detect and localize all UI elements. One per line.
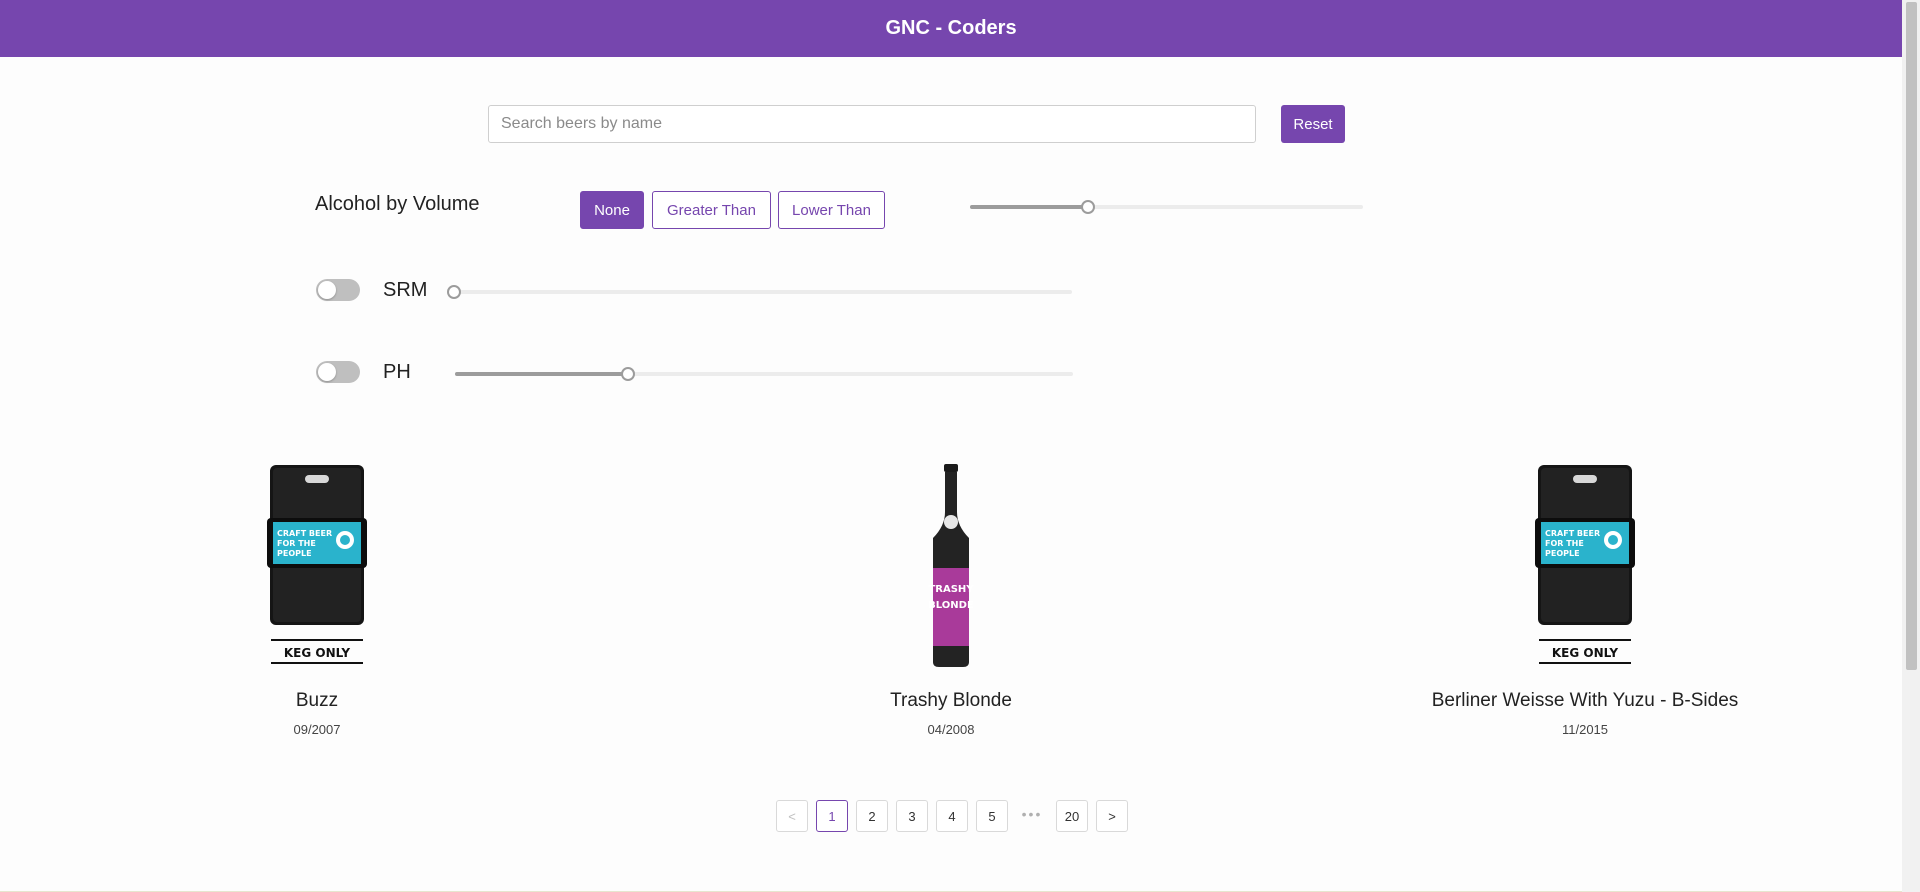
page-20-button[interactable]: 20	[1056, 800, 1088, 832]
abv-slider-track	[970, 205, 1088, 209]
keg-only-label: KEG ONLY	[284, 646, 351, 660]
ph-slider-track	[455, 372, 629, 376]
svg-text:CRAFT BEER: CRAFT BEER	[277, 529, 332, 538]
srm-toggle-knob	[318, 281, 336, 299]
svg-text:PEOPLE: PEOPLE	[277, 549, 312, 558]
srm-toggle[interactable]	[316, 279, 360, 301]
srm-slider-handle[interactable]	[447, 285, 461, 299]
abv-slider-handle[interactable]	[1080, 200, 1095, 214]
svg-text:PEOPLE: PEOPLE	[1545, 549, 1580, 558]
svg-text:FOR THE: FOR THE	[277, 539, 316, 548]
page-2-button[interactable]: 2	[856, 800, 888, 832]
keg-icon: CRAFT BEER FOR THE PEOPLE KEG ONLY	[87, 462, 547, 668]
abv-mode-lower-than-button[interactable]: Lower Than	[778, 191, 885, 229]
pagination-ellipsis[interactable]: •••	[1016, 806, 1048, 822]
ph-slider[interactable]	[455, 365, 1073, 383]
beer-card[interactable]: CRAFT BEER FOR THE PEOPLE KEG ONLY Berli…	[1355, 462, 1815, 737]
app-title: GNC - Coders	[885, 17, 1017, 39]
svg-text:TRASHY: TRASHY	[928, 584, 974, 595]
abv-mode-none-button[interactable]: None	[580, 191, 644, 229]
ph-slider-handle[interactable]	[621, 367, 636, 381]
keg-only-label: KEG ONLY	[1552, 646, 1619, 660]
abv-label: Alcohol by Volume	[315, 193, 480, 215]
beer-card[interactable]: TRASHY BLONDE Trashy Blonde 04/2008	[721, 462, 1181, 737]
page-3-button[interactable]: 3	[896, 800, 928, 832]
scrollbar-thumb[interactable]	[1906, 2, 1917, 670]
keg-icon: CRAFT BEER FOR THE PEOPLE KEG ONLY	[1355, 462, 1815, 668]
srm-label: SRM	[383, 279, 428, 301]
beer-card[interactable]: CRAFT BEER FOR THE PEOPLE KEG ONLY Buzz …	[87, 462, 547, 737]
abv-slider[interactable]	[970, 198, 1363, 216]
page-scrollbar[interactable]	[1902, 0, 1920, 892]
srm-slider[interactable]	[447, 283, 1072, 301]
ph-toggle-knob	[318, 363, 336, 381]
beer-name: Buzz	[295, 690, 339, 711]
bottle-icon: TRASHY BLONDE	[721, 462, 1181, 668]
app-header: GNC - Coders	[0, 0, 1902, 57]
beer-date: 11/2015	[1561, 722, 1609, 737]
next-page-button[interactable]: >	[1096, 800, 1128, 832]
search-input[interactable]	[488, 105, 1256, 143]
reset-button[interactable]: Reset	[1281, 105, 1345, 143]
svg-text:BLONDE: BLONDE	[928, 600, 974, 611]
prev-page-button[interactable]: <	[776, 800, 808, 832]
page-4-button[interactable]: 4	[936, 800, 968, 832]
page-5-button[interactable]: 5	[976, 800, 1008, 832]
abv-mode-greater-than-button[interactable]: Greater Than	[652, 191, 771, 229]
page-1-button[interactable]: 1	[816, 800, 848, 832]
beer-name: Trashy Blonde	[890, 690, 1012, 711]
beer-date: 04/2008	[927, 722, 975, 737]
beer-name: Berliner Weisse With Yuzu - B-Sides	[1431, 690, 1739, 711]
ph-label: PH	[383, 361, 411, 383]
ph-toggle[interactable]	[316, 361, 360, 383]
svg-text:FOR THE: FOR THE	[1545, 539, 1584, 548]
beer-date: 09/2007	[293, 722, 341, 737]
svg-text:CRAFT BEER: CRAFT BEER	[1545, 529, 1600, 538]
srm-slider-rail	[454, 290, 1072, 294]
